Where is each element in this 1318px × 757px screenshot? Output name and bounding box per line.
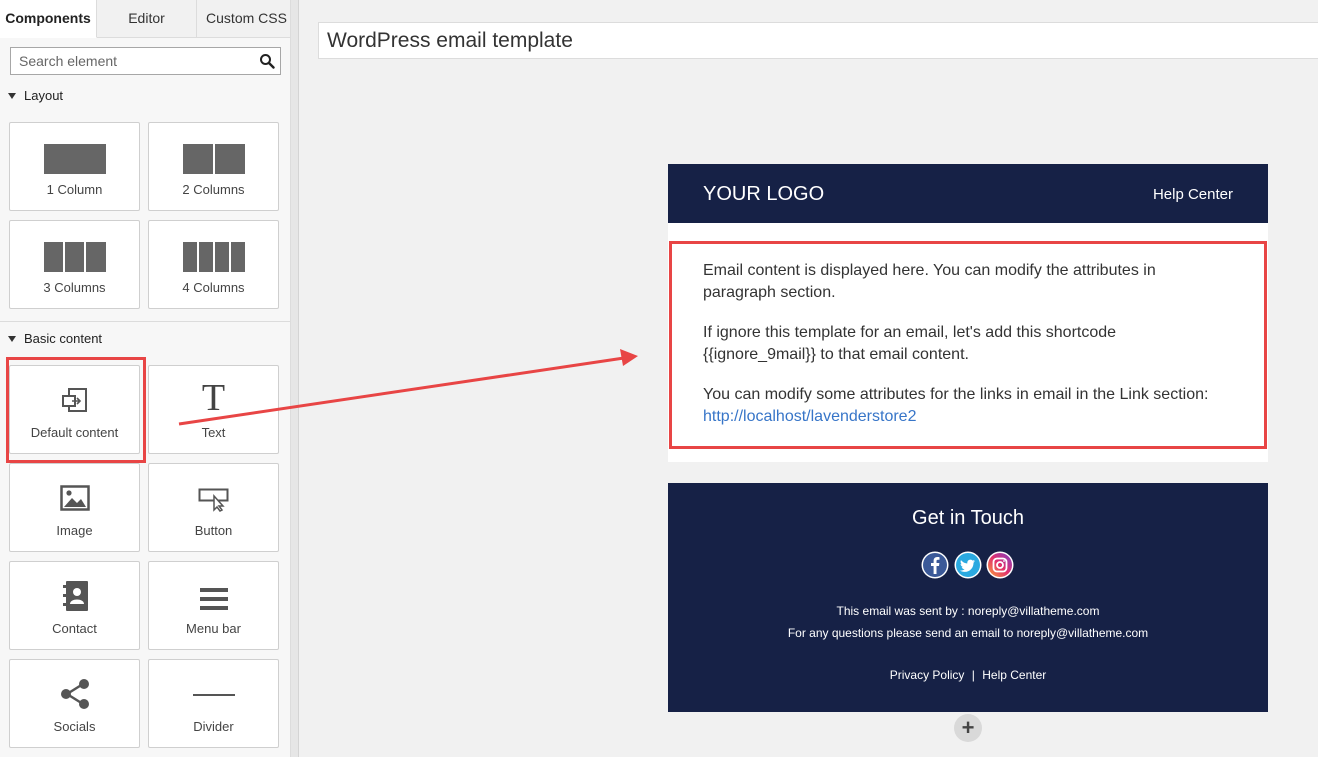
tile-label: 2 Columns — [182, 182, 245, 197]
default-content-block[interactable]: Email content is displayed here. You can… — [668, 241, 1268, 462]
divider-icon — [192, 694, 235, 696]
body-paragraph-3: You can modify some attributes for the l… — [703, 384, 1233, 428]
caret-down-icon — [8, 92, 16, 99]
one-column-icon — [43, 144, 106, 174]
footer-questions: For any questions please send an email t… — [787, 626, 1149, 640]
tile-label: 4 Columns — [182, 280, 245, 295]
tile-label: Text — [201, 425, 226, 440]
caret-down-icon — [8, 335, 16, 342]
footer-separator: | — [971, 668, 975, 682]
basic-content-section-title: Basic content — [24, 331, 103, 346]
block-gap — [668, 462, 1268, 483]
default-content-icon — [61, 388, 87, 412]
tile-label: Socials — [53, 719, 96, 734]
basic-content-section-toggle[interactable]: Basic content — [8, 331, 102, 346]
text-tile[interactable]: T Text — [148, 365, 279, 454]
divider-tile[interactable]: Divider — [148, 659, 279, 748]
email-header[interactable]: YOUR LOGO Help Center — [668, 164, 1268, 223]
layout-2-columns[interactable]: 2 Columns — [148, 122, 279, 211]
privacy-policy-link[interactable]: Privacy Policy — [890, 668, 965, 682]
email-preview: YOUR LOGO Help Center Email content is d… — [668, 164, 1268, 712]
search-input[interactable] — [11, 48, 280, 74]
image-tile[interactable]: Image — [9, 463, 140, 552]
text-icon: T — [201, 377, 226, 419]
footer-sent-by: This email was sent by : noreply@villath… — [836, 604, 1100, 618]
share-icon — [60, 679, 89, 709]
button-tile[interactable]: Button — [148, 463, 279, 552]
tile-label: Contact — [52, 621, 97, 636]
sidebar-scrollbar[interactable] — [290, 0, 299, 757]
tile-label: Button — [194, 523, 233, 538]
contact-tile[interactable]: Contact — [9, 561, 140, 650]
button-icon — [198, 488, 228, 512]
tile-label: Default content — [30, 425, 119, 440]
menu-bar-tile[interactable]: Menu bar — [148, 561, 279, 650]
email-footer[interactable]: Get in Touch This email was sent by: no… — [668, 483, 1268, 712]
components-sidebar: Components Editor Custom CSS Layout 1 Co… — [0, 0, 297, 757]
menu-bar-icon — [199, 588, 228, 610]
layout-section-toggle[interactable]: Layout — [8, 88, 63, 103]
add-row-button[interactable]: + — [954, 714, 982, 742]
body-link[interactable]: http://localhost/lavenderstore2 — [703, 408, 916, 425]
image-icon — [59, 485, 90, 511]
default-content-tile[interactable]: Default content — [9, 365, 140, 454]
twitter-icon[interactable] — [954, 551, 982, 579]
search-box — [10, 47, 281, 75]
body-paragraph-3-text: You can modify some attributes for the l… — [703, 386, 1209, 403]
four-columns-icon — [182, 242, 245, 272]
tab-components[interactable]: Components — [0, 0, 97, 38]
footer-title: Get in Touch — [912, 507, 1024, 529]
tab-editor[interactable]: Editor — [97, 0, 197, 38]
footer-links: Privacy Policy | Help Center — [668, 668, 1268, 682]
editor-canvas: WordPress email template YOUR LOGO Help … — [299, 0, 1318, 757]
header-spacer — [668, 223, 1268, 241]
tile-label: Image — [56, 523, 93, 538]
search-icon[interactable] — [259, 53, 275, 69]
two-columns-icon — [182, 144, 245, 174]
body-paragraph-2: If ignore this template for an email, le… — [703, 324, 1117, 363]
layout-3-columns[interactable]: 3 Columns — [9, 220, 140, 309]
layout-4-columns[interactable]: 4 Columns — [148, 220, 279, 309]
footer-help-link[interactable]: Help Center — [982, 668, 1046, 682]
three-columns-icon — [43, 242, 106, 272]
tile-label: 1 Column — [46, 182, 103, 197]
tab-custom-css[interactable]: Custom CSS — [197, 0, 297, 38]
sidebar-tabs: Components Editor Custom CSS — [0, 0, 297, 38]
tile-label: Divider — [193, 719, 234, 734]
layout-section-title: Layout — [24, 88, 64, 103]
header-help-link[interactable]: Help Center — [1153, 186, 1233, 203]
contact-icon — [62, 581, 88, 611]
body-paragraph-1: Email content is displayed here. You can… — [703, 262, 1156, 301]
tile-label: 3 Columns — [43, 280, 106, 295]
layout-1-column[interactable]: 1 Column — [9, 122, 140, 211]
email-subject-field[interactable]: WordPress email template — [318, 22, 1318, 59]
section-divider — [0, 321, 290, 322]
facebook-icon[interactable] — [921, 551, 949, 579]
instagram-icon[interactable] — [986, 551, 1014, 579]
tile-label: Menu bar — [186, 621, 241, 636]
socials-tile[interactable]: Socials — [9, 659, 140, 748]
email-logo[interactable]: YOUR LOGO — [703, 183, 824, 206]
